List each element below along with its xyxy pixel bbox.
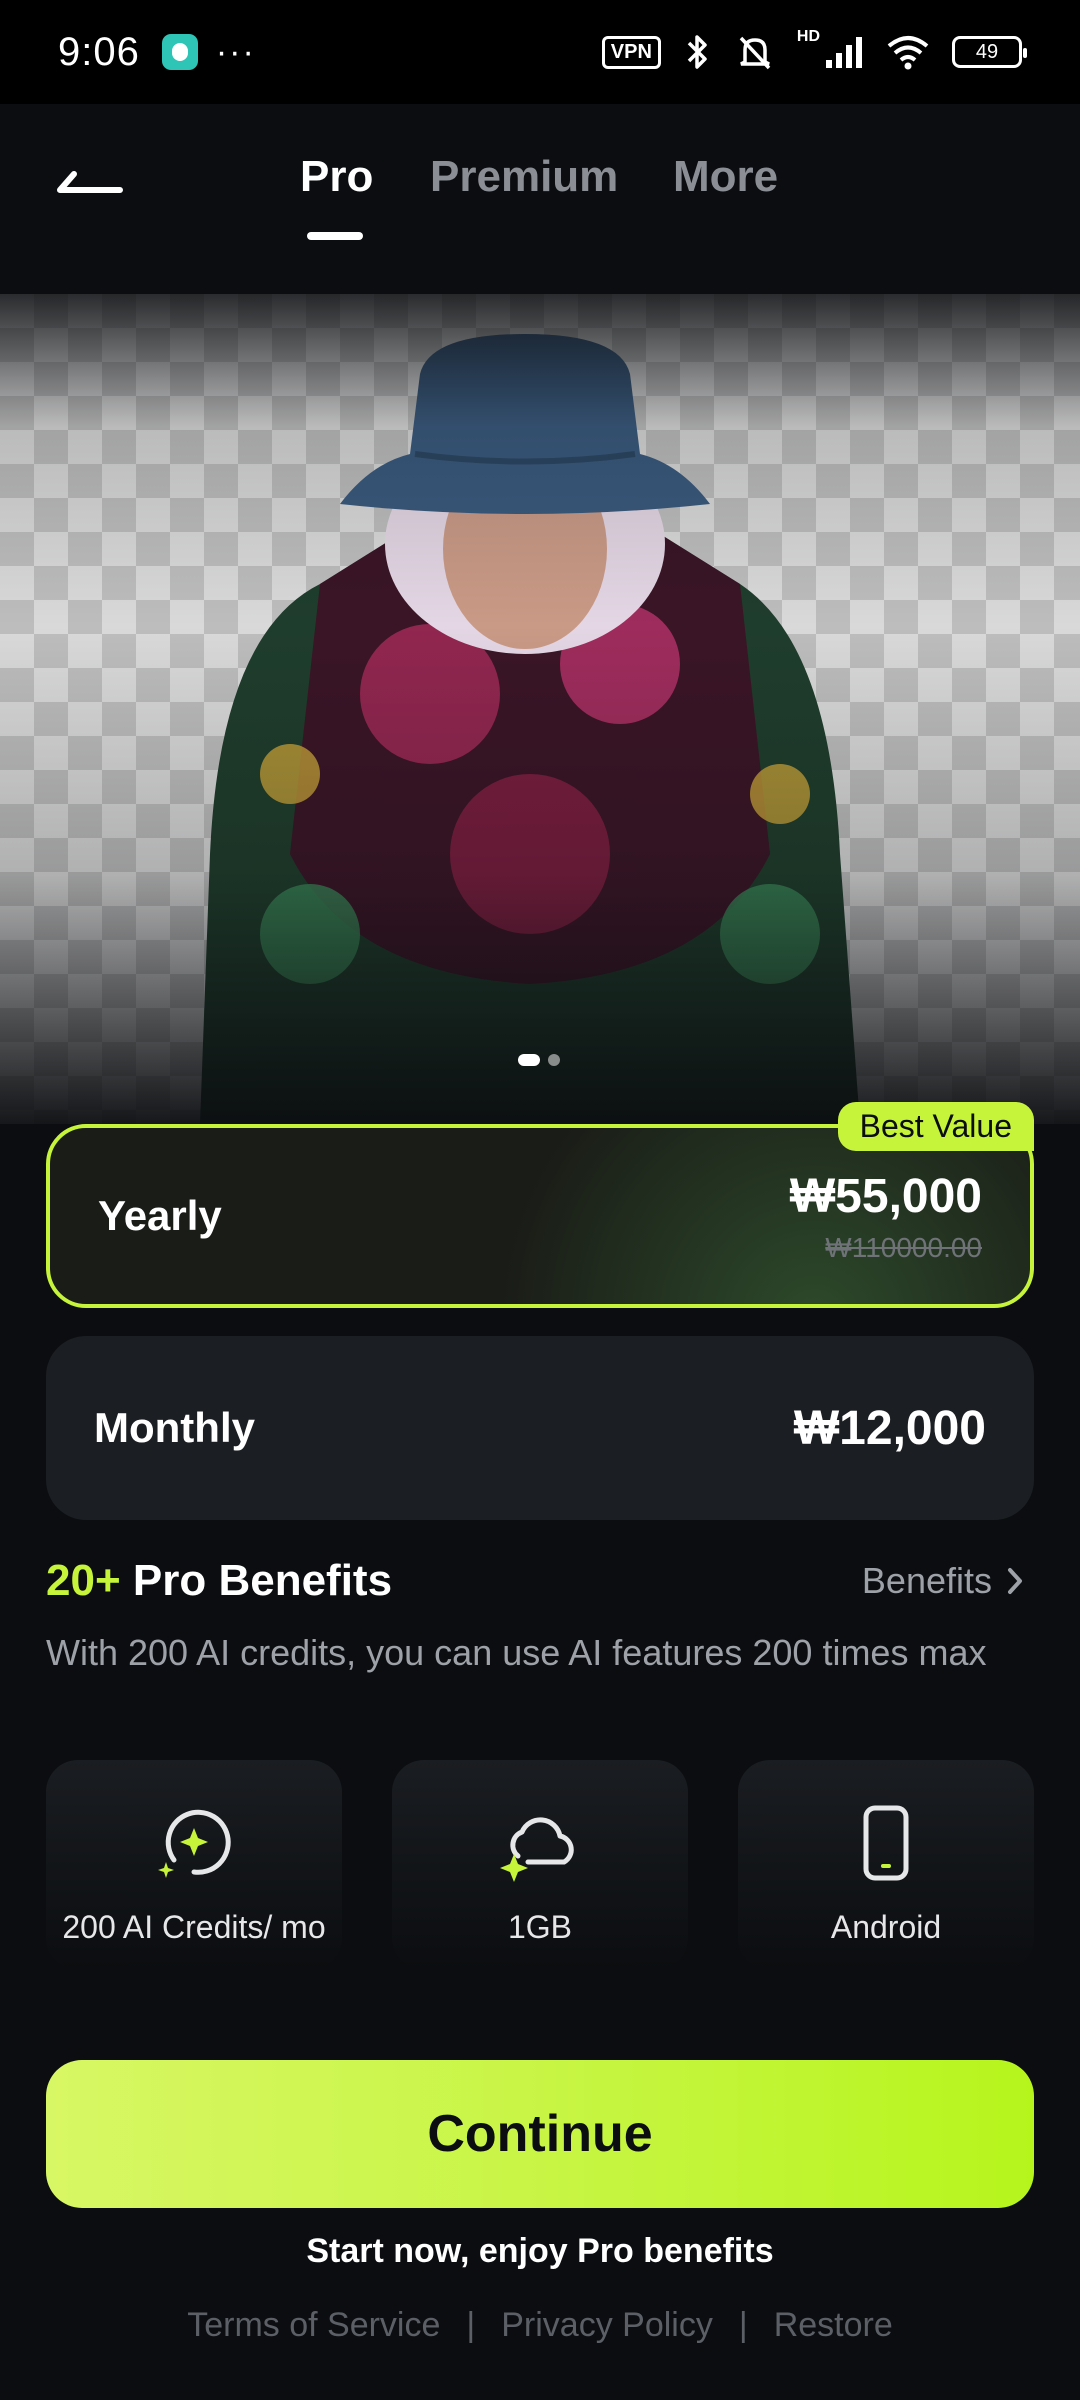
carousel-pager xyxy=(518,1054,560,1066)
benefits-description: With 200 AI credits, you can use AI feat… xyxy=(46,1632,987,1673)
feature-label: 200 AI Credits/ mo xyxy=(62,1909,326,1945)
status-bar: 9:06 ··· VPN HD 49 xyxy=(0,0,1080,104)
footer-separator: | xyxy=(466,2306,476,2344)
cloud-storage-icon xyxy=(500,1817,574,1882)
terms-of-service-link[interactable]: Terms of Service xyxy=(187,2306,440,2345)
status-time: 9:06 xyxy=(58,29,140,74)
footer-links: Terms of Service | Privacy Policy | Rest… xyxy=(0,2306,1080,2345)
plan-header: Pro Premium More xyxy=(0,104,1080,294)
pager-dot xyxy=(548,1054,560,1066)
benefits-link-label: Benefits xyxy=(861,1560,992,1601)
battery-icon: 49 xyxy=(952,36,1027,68)
app-icon xyxy=(161,34,198,70)
best-value-badge: Best Value xyxy=(837,1102,1034,1151)
phone-icon xyxy=(863,1805,909,1881)
feature-tile-storage: 1GB xyxy=(392,1760,688,1970)
feature-tile-platform: Android xyxy=(738,1760,1034,1970)
bluetooth-icon xyxy=(687,35,707,69)
feature-tile-ai-credits: 200 AI Credits/ mo xyxy=(46,1760,342,1970)
cta-subtitle: Start now, enjoy Pro benefits xyxy=(306,2232,774,2270)
plan-price-group: ₩12,000 xyxy=(794,1401,986,1456)
benefits-count: 20+ xyxy=(46,1556,121,1605)
active-tab-indicator xyxy=(307,232,363,240)
plan-name: Monthly xyxy=(94,1404,255,1451)
network-type: HD xyxy=(796,28,820,45)
chevron-right-icon xyxy=(1008,1568,1022,1594)
more-notifications-icon: ··· xyxy=(215,32,256,71)
feature-label: 1GB xyxy=(507,1909,573,1945)
plan-card-monthly[interactable]: Monthly ₩12,000 xyxy=(46,1336,1034,1520)
plan-card-yearly[interactable]: Best Value Yearly ₩55,000 ₩110000.00 xyxy=(46,1102,1034,1308)
feature-label: Android xyxy=(830,1909,942,1945)
footer-separator: | xyxy=(738,2306,748,2344)
tab-premium[interactable]: Premium xyxy=(430,152,618,202)
pager-dot-active xyxy=(518,1054,540,1066)
plan-price-group: ₩55,000 ₩110000.00 xyxy=(790,1169,982,1264)
signal-icon xyxy=(826,37,862,68)
privacy-policy-link[interactable]: Privacy Policy xyxy=(501,2306,713,2345)
hero-carousel[interactable] xyxy=(0,294,1080,1124)
ai-credits-icon xyxy=(158,1809,231,1878)
tab-pro[interactable]: Pro xyxy=(300,152,373,202)
benefits-link[interactable]: Benefits xyxy=(862,1560,1024,1602)
continue-button[interactable]: Continue xyxy=(46,2060,1034,2208)
plan-price: ₩12,000 xyxy=(793,1401,986,1455)
tab-more[interactable]: More xyxy=(673,152,778,202)
restore-link[interactable]: Restore xyxy=(774,2306,893,2345)
vpn-icon: VPN xyxy=(601,35,661,69)
benefits-title-text: Pro Benefits xyxy=(132,1556,393,1605)
plan-original-price: ₩110000.00 xyxy=(825,1231,982,1263)
mute-icon xyxy=(739,36,771,70)
status-icons: VPN HD 49 xyxy=(601,28,1027,72)
plan-name: Yearly xyxy=(98,1192,222,1239)
back-arrow-icon[interactable] xyxy=(50,154,130,214)
plan-price: ₩55,000 xyxy=(789,1169,982,1223)
wifi-icon xyxy=(887,36,929,70)
benefits-title: 20+ Pro Benefits xyxy=(46,1556,392,1606)
hero-fade-overlay xyxy=(0,294,1080,1124)
